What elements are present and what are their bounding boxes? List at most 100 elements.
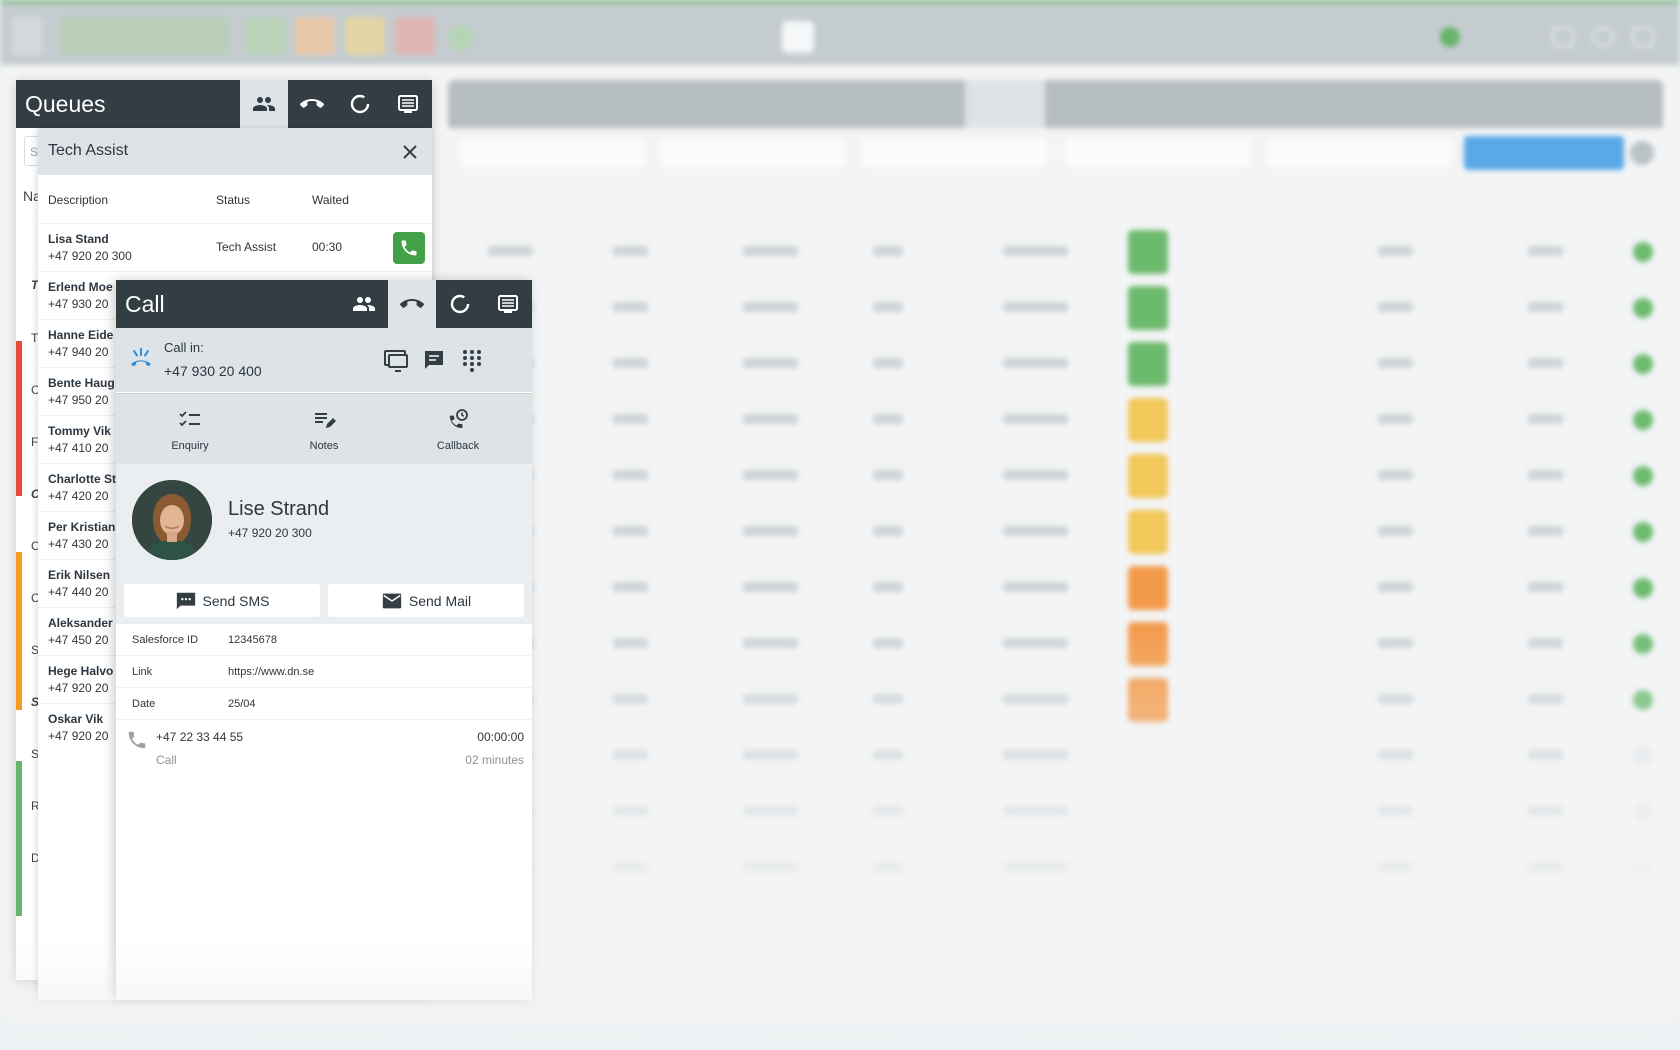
call-phone-tab[interactable] <box>388 280 436 328</box>
call-actions: Enquiry Notes Callback <box>116 393 532 464</box>
caller-name: Oskar Vik <box>48 712 104 726</box>
background-cell <box>1528 470 1563 480</box>
background-cell <box>743 582 798 592</box>
call-header: Call <box>116 280 532 328</box>
background-cell <box>1528 246 1563 256</box>
background-status-dot <box>1633 354 1653 374</box>
queues-people-tab[interactable] <box>240 80 288 128</box>
caller-phone: +47 420 20 <box>48 489 109 503</box>
background-cell <box>873 302 903 312</box>
contact-phone: +47 920 20 300 <box>228 526 312 540</box>
background-cell <box>1528 526 1563 536</box>
background-cell <box>1378 358 1413 368</box>
caller-name: Hanne Eide <box>48 328 114 342</box>
link-value[interactable]: https://www.dn.se <box>228 666 314 678</box>
call-in-number: +47 930 20 400 <box>164 363 262 379</box>
field-date: Date 25/04 <box>116 688 532 720</box>
phone-icon <box>401 240 417 256</box>
field-salesforce-id: Salesforce ID 12345678 <box>116 624 532 656</box>
chat-button[interactable] <box>420 346 448 374</box>
column-header-description[interactable]: Description <box>48 193 108 207</box>
history-time: 00:00:00 <box>477 730 524 744</box>
background-cell <box>873 358 903 368</box>
caller-waited: 00:30 <box>312 240 343 254</box>
phone-hangup-icon <box>300 99 324 108</box>
background-status-dot <box>1633 522 1653 542</box>
background-cell <box>1528 302 1563 312</box>
background-cell <box>1378 582 1413 592</box>
chat-icon <box>425 351 443 369</box>
call-list-tab[interactable] <box>484 280 532 328</box>
background-cell <box>1528 414 1563 424</box>
callback-button[interactable]: Callback <box>398 394 518 465</box>
column-header-waited[interactable]: Waited <box>312 193 349 207</box>
caller-name: Aleksander <box>48 616 113 630</box>
background-row <box>448 336 1663 392</box>
call-in-label: Call in: <box>164 340 204 355</box>
screen-share-button[interactable] <box>382 346 410 374</box>
tech-assist-title: Tech Assist <box>48 142 129 159</box>
table-row[interactable]: Lisa Stand +47 920 20 300 Tech Assist 00… <box>38 223 432 271</box>
background-row <box>448 280 1663 336</box>
field-label: Salesforce ID <box>132 634 199 646</box>
background-status-square <box>1128 286 1168 330</box>
caller-status: Tech Assist <box>216 240 277 254</box>
background-cell <box>873 582 903 592</box>
queues-call-tab[interactable] <box>288 80 336 128</box>
field-label: Date <box>132 698 156 710</box>
background-cell <box>613 470 648 480</box>
mail-icon <box>382 593 402 608</box>
caller-phone: +47 920 20 300 <box>48 249 132 263</box>
background-row <box>448 224 1663 280</box>
caller-name: Charlotte St <box>48 472 117 486</box>
avatar <box>132 480 212 560</box>
send-mail-button[interactable]: Send Mail <box>328 584 524 617</box>
refresh-icon <box>350 94 370 114</box>
dialpad-button[interactable] <box>458 346 486 374</box>
background-row <box>448 560 1663 616</box>
call-history-item[interactable]: +47 22 33 44 55 Call 00:00:00 02 minutes <box>116 720 532 774</box>
sms-icon <box>176 592 195 609</box>
send-sms-button[interactable]: Send SMS <box>124 584 320 617</box>
background-cell <box>613 246 648 256</box>
caller-name: Bente Haug <box>48 376 115 390</box>
queues-title: Queues <box>25 91 106 117</box>
queues-list-tab[interactable] <box>384 80 432 128</box>
enquiry-button[interactable]: Enquiry <box>130 394 250 465</box>
caller-phone: +47 410 20 <box>48 441 109 455</box>
list-icon <box>398 95 418 113</box>
queues-refresh-tab[interactable] <box>336 80 384 128</box>
contact-name: Lise Strand <box>228 498 330 520</box>
background-cell <box>1528 582 1563 592</box>
callback-icon <box>449 409 468 429</box>
notes-icon <box>315 413 336 428</box>
caller-phone: +47 920 20 <box>48 681 109 695</box>
call-people-tab[interactable] <box>340 280 388 328</box>
background-cell <box>613 526 648 536</box>
answer-call-button[interactable] <box>393 232 425 264</box>
notes-button[interactable]: Notes <box>264 394 384 465</box>
close-button[interactable] <box>398 140 422 164</box>
background-cell <box>1378 302 1413 312</box>
field-label: Link <box>132 666 153 678</box>
background-cell <box>873 414 903 424</box>
background-cell <box>1003 526 1068 536</box>
caller-phone: +47 950 20 <box>48 393 109 407</box>
background-topbar <box>0 0 1680 65</box>
background-cell <box>1003 358 1068 368</box>
background-status-square <box>1128 342 1168 386</box>
close-icon <box>403 145 417 159</box>
background-status-square <box>1128 454 1168 498</box>
refresh-icon <box>450 294 470 314</box>
queues-list: S Na T T C F C C C S S S R D <box>16 128 44 980</box>
background-status-dot <box>1633 410 1653 430</box>
background-status-dot <box>1633 466 1653 486</box>
background-cell <box>1378 526 1413 536</box>
call-refresh-tab[interactable] <box>436 280 484 328</box>
phone-hangup-icon <box>400 299 424 308</box>
column-header-status[interactable]: Status <box>216 193 250 207</box>
phone-icon <box>128 731 146 749</box>
background-cell <box>1378 470 1413 480</box>
callback-label: Callback <box>436 440 480 452</box>
background-cell <box>1003 470 1068 480</box>
